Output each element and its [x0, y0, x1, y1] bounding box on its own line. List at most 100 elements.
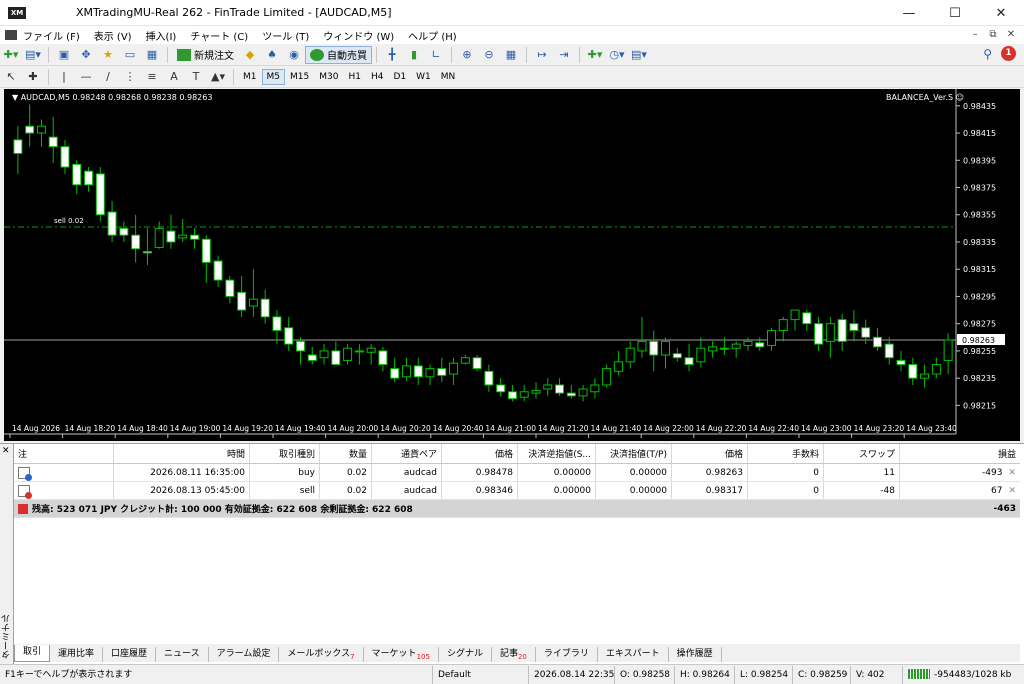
table-row[interactable]: 2026.08.13 05:45:00 sell 0.02 audcad 0.9…	[14, 482, 1020, 500]
col-type[interactable]: 取引種別	[250, 444, 320, 463]
candlestick-icon[interactable]: ▮	[405, 47, 423, 63]
terminal-tab[interactable]: 取引	[14, 645, 51, 662]
cursor-icon[interactable]: ↖	[2, 69, 20, 85]
mdi-restore-button[interactable]: ⧉	[986, 28, 1000, 42]
terminal-tab[interactable]: 操作履歴	[669, 647, 722, 662]
search-icon[interactable]: ⚲	[983, 47, 992, 61]
col-symbol[interactable]: 通貨ペア	[372, 444, 442, 463]
col-sl[interactable]: 決済逆指値(S...	[518, 444, 596, 463]
terminal-tab[interactable]: ニュース	[156, 647, 209, 662]
trendline-icon[interactable]: ∕	[99, 69, 117, 85]
menu-insert[interactable]: 挿入(I)	[146, 28, 177, 43]
line-chart-icon[interactable]: ∟	[427, 47, 445, 63]
arrows-icon[interactable]: ▲▾	[209, 69, 227, 85]
col-current-price[interactable]: 価格	[672, 444, 748, 463]
profiles-icon[interactable]: ▤▾	[24, 47, 42, 63]
timeframe-d1[interactable]: D1	[388, 69, 411, 85]
table-row[interactable]: 2026.08.11 16:35:00 buy 0.02 audcad 0.98…	[14, 464, 1020, 482]
candle-bull	[36, 125, 46, 134]
chart-window[interactable]: 0.98435 0.98415 0.98395 0.98375 0.98355 0.983…	[0, 89, 1024, 441]
menu-help[interactable]: ヘルプ (H)	[408, 28, 457, 43]
terminal-tab[interactable]: メールボックス7	[279, 647, 364, 662]
menu-window[interactable]: ウィンドウ (W)	[323, 28, 394, 43]
time-tick-label: 14 Aug 20:40	[433, 424, 484, 433]
col-order[interactable]: 注	[14, 444, 114, 463]
terminal-tab[interactable]: 記事20	[492, 647, 536, 662]
close-order-icon[interactable]: ✕	[1008, 468, 1016, 478]
terminal-tab[interactable]: エキスパート	[598, 647, 669, 662]
total-profit: -463	[993, 503, 1016, 514]
strategy-tester-icon[interactable]: ▦	[143, 47, 161, 63]
timeframe-m1[interactable]: M1	[238, 69, 262, 85]
text-icon[interactable]: A	[165, 69, 183, 85]
data-window-icon[interactable]: ✥	[77, 47, 95, 63]
col-tp[interactable]: 決済指値(T/P)	[596, 444, 672, 463]
new-chart-icon[interactable]: ✚▾	[2, 47, 20, 63]
terminal-tab[interactable]: 口座履歴	[103, 647, 157, 662]
timeframe-mn[interactable]: MN	[436, 69, 461, 85]
timeframe-h4[interactable]: H4	[366, 69, 389, 85]
menu-tools[interactable]: ツール (T)	[262, 28, 309, 43]
indicators-icon[interactable]: ✚▾	[586, 47, 604, 63]
close-order-icon[interactable]: ✕	[1008, 486, 1016, 496]
candle-bear	[60, 146, 70, 168]
signals-icon[interactable]: ◉	[285, 47, 303, 63]
terminal-tab[interactable]: ライブラリ	[536, 647, 598, 662]
zoom-out-icon[interactable]: ⊖	[480, 47, 498, 63]
auto-trading-button[interactable]: 自動売買	[305, 45, 372, 64]
text-label-icon[interactable]: T	[187, 69, 205, 85]
vertical-line-icon[interactable]: |	[55, 69, 73, 85]
mdi-minimize-button[interactable]: –	[968, 28, 982, 42]
terminal-tab[interactable]: シグナル	[439, 647, 492, 662]
price-tick-label: 0.98235	[963, 374, 996, 383]
terminal-close-icon[interactable]: ✕	[2, 446, 10, 456]
terminal-tab[interactable]: アラーム設定	[209, 647, 280, 662]
timeframe-m30[interactable]: M30	[314, 69, 343, 85]
menu-chart[interactable]: チャート (C)	[190, 28, 248, 43]
periods-icon[interactable]: ◷▾	[608, 47, 626, 63]
menu-view[interactable]: 表示 (V)	[94, 28, 132, 43]
bar-chart-icon[interactable]: ╋	[383, 47, 401, 63]
fibonacci-icon[interactable]: ≡	[143, 69, 161, 85]
col-commission[interactable]: 手数料	[748, 444, 824, 463]
new-order-button[interactable]: 新規注文	[172, 46, 239, 64]
status-profile[interactable]: Default	[432, 665, 528, 684]
crosshair-icon[interactable]: ✚	[24, 69, 42, 85]
terminal-icon[interactable]: ▭	[121, 47, 139, 63]
timeframe-m5[interactable]: M5	[261, 68, 285, 85]
timeframe-w1[interactable]: W1	[411, 69, 436, 85]
community-icon[interactable]: ♠	[263, 47, 281, 63]
col-volume[interactable]: 数量	[320, 444, 372, 463]
col-profit[interactable]: 損益	[900, 444, 1020, 463]
terminal-tab[interactable]: マーケット105	[364, 647, 439, 662]
auto-scroll-icon[interactable]: ↦	[533, 47, 551, 63]
horizontal-line-icon[interactable]: —	[77, 69, 95, 85]
price-chart[interactable]: 0.98435 0.98415 0.98395 0.98375 0.98355 0.983…	[4, 89, 1020, 441]
market-watch-icon[interactable]: ▣	[55, 47, 73, 63]
candle-bear	[260, 298, 270, 318]
notification-badge[interactable]: 1	[1001, 46, 1016, 61]
price-tick-label: 0.98255	[963, 347, 996, 356]
maximize-button[interactable]: ☐	[932, 0, 978, 26]
chart-shift-icon[interactable]: ⇥	[555, 47, 573, 63]
navigator-icon[interactable]: ★	[99, 47, 117, 63]
metaeditor-icon[interactable]: ◆	[241, 47, 259, 63]
minimize-button[interactable]: —	[886, 0, 932, 26]
col-price[interactable]: 価格	[442, 444, 518, 463]
chart-window-icon[interactable]	[5, 30, 17, 40]
timeframe-h1[interactable]: H1	[343, 69, 366, 85]
mdi-close-button[interactable]: ✕	[1004, 28, 1018, 42]
equidistant-channel-icon[interactable]: ⋮	[121, 69, 139, 85]
terminal-tab[interactable]: 運用比率	[50, 647, 104, 662]
terminal-tab-label: アラーム設定	[216, 649, 271, 659]
col-swap[interactable]: スワップ	[824, 444, 900, 463]
col-time[interactable]: 時間	[114, 444, 250, 463]
price-tick-label: 0.98215	[963, 401, 996, 410]
timeframe-m15[interactable]: M15	[285, 69, 314, 85]
templates-icon[interactable]: ▤▾	[630, 47, 648, 63]
tile-windows-icon[interactable]: ▦	[502, 47, 520, 63]
title-bar: XM XMTradingMU-Real 262 - FinTrade Limit…	[0, 0, 1024, 26]
zoom-in-icon[interactable]: ⊕	[458, 47, 476, 63]
close-button[interactable]: ✕	[978, 0, 1024, 26]
menu-file[interactable]: ファイル (F)	[23, 28, 80, 43]
